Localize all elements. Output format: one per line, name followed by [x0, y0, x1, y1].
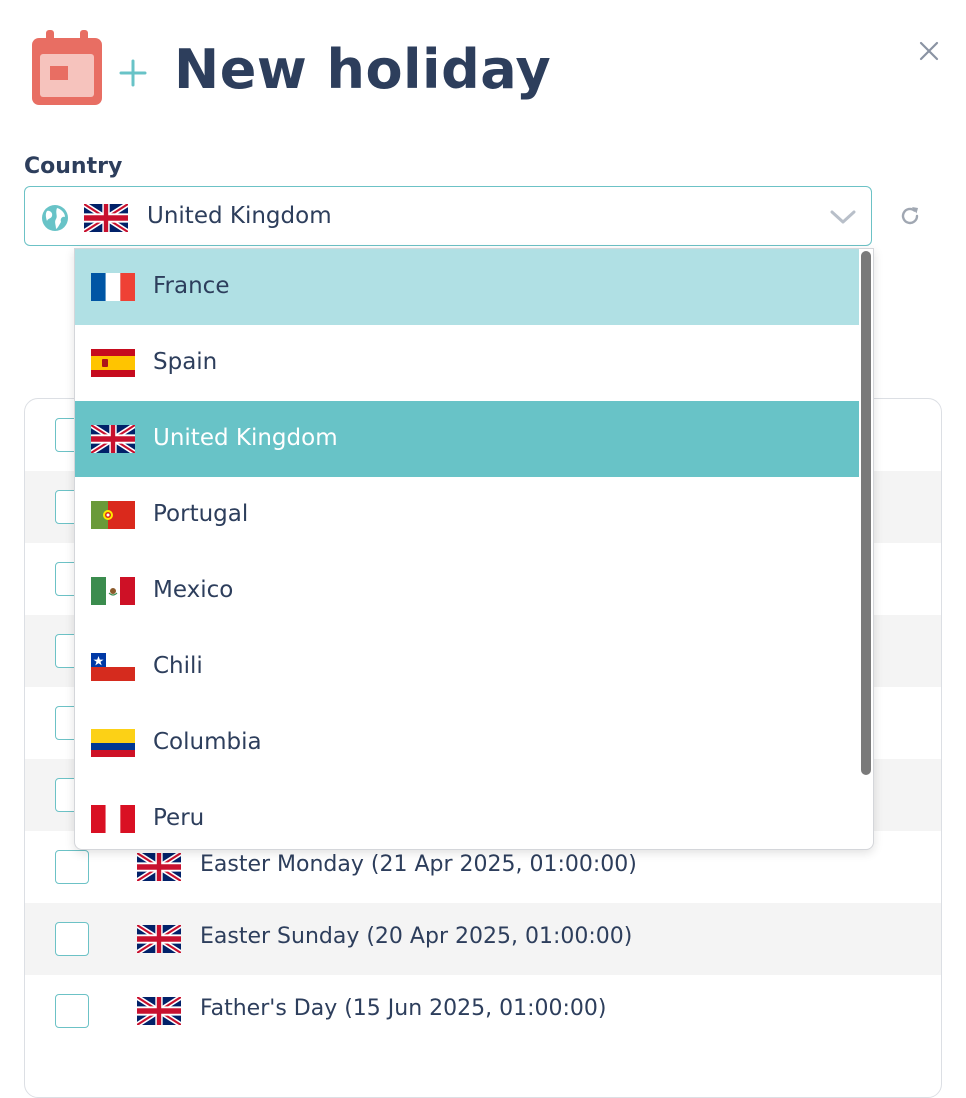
- chile-flag-icon: [91, 653, 135, 685]
- dropdown-option-portugal[interactable]: Portugal: [75, 477, 859, 553]
- option-label: Peru: [153, 805, 205, 831]
- option-label: France: [153, 273, 230, 299]
- calendar-icon: [32, 30, 104, 110]
- dialog-header: New holiday: [32, 30, 932, 110]
- option-label: Portugal: [153, 501, 249, 527]
- dropdown-option-spain[interactable]: Spain: [75, 325, 859, 401]
- option-label: Spain: [153, 349, 218, 375]
- row-checkbox[interactable]: [55, 922, 89, 956]
- country-dropdown: France Spain United Kingdom Portugal Mex…: [74, 248, 874, 850]
- dropdown-option-peru[interactable]: Peru: [75, 781, 859, 849]
- uk-flag-icon: [136, 994, 182, 1029]
- refresh-icon[interactable]: [898, 204, 922, 232]
- option-label: Chili: [153, 653, 203, 679]
- dropdown-option-united-kingdom[interactable]: United Kingdom: [75, 401, 859, 477]
- country-label: Country: [24, 154, 123, 179]
- uk-flag-icon: [83, 201, 129, 236]
- table-row: Father's Day (15 Jun 2025, 01:00:00): [25, 975, 941, 1047]
- spain-flag-icon: [91, 349, 135, 381]
- france-flag-icon: [91, 273, 135, 305]
- row-checkbox[interactable]: [55, 850, 89, 884]
- dropdown-scrollbar[interactable]: [861, 251, 871, 775]
- peru-flag-icon: [91, 805, 135, 837]
- dropdown-option-columbia[interactable]: Columbia: [75, 705, 859, 781]
- uk-flag-icon: [90, 422, 136, 457]
- option-label: Columbia: [153, 729, 262, 755]
- mexico-flag-icon: [91, 577, 135, 609]
- table-row: Easter Sunday (20 Apr 2025, 01:00:00): [25, 903, 941, 975]
- holiday-name: Easter Monday (21 Apr 2025, 01:00:00): [200, 852, 637, 877]
- option-label: United Kingdom: [153, 425, 338, 451]
- page-title: New holiday: [174, 38, 552, 101]
- chevron-down-icon: [830, 209, 856, 229]
- country-select[interactable]: United Kingdom: [24, 186, 872, 246]
- dropdown-option-mexico[interactable]: Mexico: [75, 553, 859, 629]
- row-checkbox[interactable]: [55, 994, 89, 1028]
- globe-icon: [41, 204, 69, 236]
- close-icon[interactable]: [918, 40, 940, 66]
- uk-flag-icon: [136, 850, 182, 885]
- uk-flag-icon: [136, 922, 182, 957]
- plus-icon: [118, 58, 148, 92]
- country-select-value: United Kingdom: [147, 203, 332, 229]
- colombia-flag-icon: [91, 729, 135, 761]
- portugal-flag-icon: [91, 501, 135, 533]
- dropdown-option-chili[interactable]: Chili: [75, 629, 859, 705]
- dropdown-option-france[interactable]: France: [75, 249, 859, 325]
- holiday-name: Father's Day (15 Jun 2025, 01:00:00): [200, 996, 607, 1021]
- holiday-name: Easter Sunday (20 Apr 2025, 01:00:00): [200, 924, 633, 949]
- option-label: Mexico: [153, 577, 234, 603]
